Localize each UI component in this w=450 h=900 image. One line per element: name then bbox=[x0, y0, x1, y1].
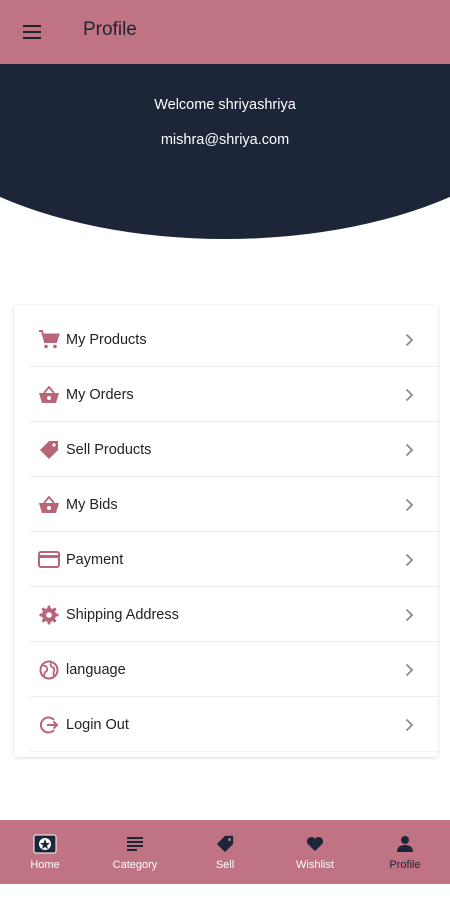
menu-item-label: language bbox=[66, 661, 126, 678]
profile-menu-card: My Products My Orders Sell Products My B… bbox=[14, 305, 438, 757]
chevron-right-icon bbox=[402, 498, 416, 512]
tag-icon bbox=[180, 834, 270, 854]
chevron-right-icon bbox=[402, 663, 416, 677]
chevron-right-icon bbox=[402, 608, 416, 622]
nav-item-wishlist[interactable]: Wishlist bbox=[270, 820, 360, 884]
chevron-right-icon bbox=[402, 553, 416, 567]
bottom-navigation: Home Category Sell Wishlist Profile bbox=[0, 820, 450, 884]
chevron-right-icon bbox=[402, 333, 416, 347]
hamburger-menu-icon[interactable] bbox=[20, 20, 44, 44]
profile-screen: Profile Welcome shriyashriya mishra@shri… bbox=[0, 0, 450, 900]
menu-item-label: Sell Products bbox=[66, 441, 152, 458]
bottom-spacer bbox=[0, 884, 450, 900]
header-background bbox=[0, 64, 450, 239]
nav-item-category[interactable]: Category bbox=[90, 820, 180, 884]
menu-item-label: Login Out bbox=[66, 716, 129, 733]
chevron-right-icon bbox=[402, 388, 416, 402]
menu-item-shipping-address[interactable]: Shipping Address bbox=[30, 588, 438, 642]
list-icon bbox=[90, 834, 180, 854]
person-icon bbox=[360, 834, 450, 854]
basket-icon bbox=[38, 384, 60, 406]
menu-item-payment[interactable]: Payment bbox=[30, 533, 438, 587]
basket-icon bbox=[38, 494, 60, 516]
nav-label: Profile bbox=[389, 859, 421, 871]
menu-item-label: My Products bbox=[66, 331, 147, 348]
menu-item-login-out[interactable]: Login Out bbox=[30, 698, 438, 752]
credit-card-icon bbox=[38, 549, 60, 571]
gear-icon bbox=[38, 604, 60, 626]
globe-icon bbox=[38, 659, 60, 681]
nav-label: Home bbox=[30, 859, 60, 871]
nav-item-profile[interactable]: Profile bbox=[360, 820, 450, 884]
app-bar: Profile bbox=[0, 0, 450, 64]
nav-item-home[interactable]: Home bbox=[0, 820, 90, 884]
cart-icon bbox=[38, 329, 60, 351]
tag-icon bbox=[38, 439, 60, 461]
page-title: Profile bbox=[83, 19, 137, 40]
logout-icon bbox=[38, 714, 60, 736]
menu-item-label: Payment bbox=[66, 551, 124, 568]
nav-item-sell[interactable]: Sell bbox=[180, 820, 270, 884]
nav-label: Category bbox=[112, 859, 158, 871]
heart-icon bbox=[270, 834, 360, 854]
menu-item-label: My Orders bbox=[66, 386, 134, 403]
menu-item-my-orders[interactable]: My Orders bbox=[30, 368, 438, 422]
home-icon bbox=[0, 834, 90, 854]
menu-item-sell-products[interactable]: Sell Products bbox=[30, 423, 438, 477]
nav-label: Sell bbox=[215, 859, 235, 871]
chevron-right-icon bbox=[402, 718, 416, 732]
user-email: mishra@shriya.com bbox=[160, 132, 290, 148]
welcome-text: Welcome shriyashriya bbox=[154, 97, 296, 113]
nav-label: Wishlist bbox=[296, 859, 334, 871]
menu-item-my-products[interactable]: My Products bbox=[30, 313, 438, 367]
menu-item-my-bids[interactable]: My Bids bbox=[30, 478, 438, 532]
menu-item-label: My Bids bbox=[66, 496, 118, 513]
menu-item-label: Shipping Address bbox=[66, 606, 179, 623]
menu-item-language[interactable]: language bbox=[30, 643, 438, 697]
chevron-right-icon bbox=[402, 443, 416, 457]
profile-header bbox=[0, 64, 450, 240]
